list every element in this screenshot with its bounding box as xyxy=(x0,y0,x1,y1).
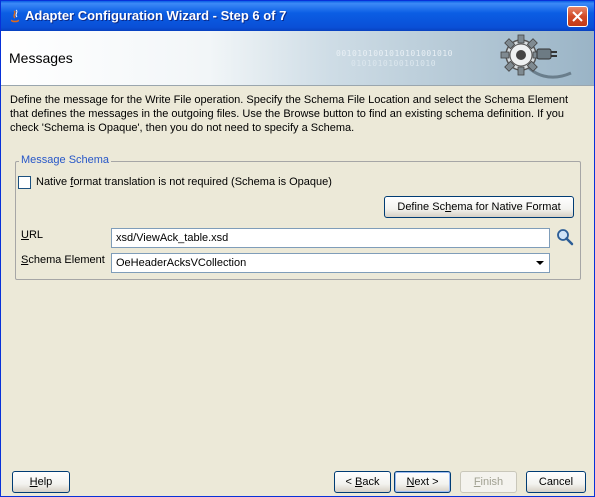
gear-plug-icon xyxy=(500,34,572,79)
url-input[interactable]: xsd/ViewAck_table.xsd xyxy=(111,228,550,248)
header-banner: 0010101001010101001010 0101010100101010 … xyxy=(1,31,594,85)
page-title: Messages xyxy=(9,50,73,66)
close-icon xyxy=(572,11,583,22)
close-button[interactable] xyxy=(567,6,588,27)
back-button[interactable]: < Back xyxy=(334,471,391,493)
cancel-button[interactable]: Cancel xyxy=(526,471,586,493)
group-title: Message Schema xyxy=(19,154,112,166)
window-title: Adapter Configuration Wizard - Step 6 of… xyxy=(25,8,287,23)
java-app-icon xyxy=(11,9,19,23)
url-label: URL xyxy=(21,229,44,241)
next-button[interactable]: Next > xyxy=(394,471,451,493)
title-bar[interactable]: Adapter Configuration Wizard - Step 6 of… xyxy=(1,1,594,31)
description-text: Define the message for the Write File op… xyxy=(10,94,569,134)
chevron-down-icon[interactable] xyxy=(533,256,547,270)
schema-element-label: Schema Element xyxy=(21,254,105,266)
banner-binary-text: 0101010100101010 xyxy=(351,59,437,68)
banner-divider xyxy=(1,85,594,86)
wizard-window: Adapter Configuration Wizard - Step 6 of… xyxy=(0,0,595,497)
schema-element-value: OeHeaderAcksVCollection xyxy=(116,257,247,269)
finish-button: Finish xyxy=(460,471,517,493)
search-icon[interactable] xyxy=(556,228,574,246)
schema-opaque-checkbox[interactable] xyxy=(18,176,31,189)
schema-element-select[interactable]: OeHeaderAcksVCollection xyxy=(111,253,550,273)
banner-binary-text: 0010101001010101001010 xyxy=(336,49,453,58)
help-button[interactable]: Help xyxy=(12,471,70,493)
define-schema-button[interactable]: Define Schema for Native Format xyxy=(384,196,574,218)
schema-opaque-label[interactable]: Native format translation is not require… xyxy=(36,176,332,188)
